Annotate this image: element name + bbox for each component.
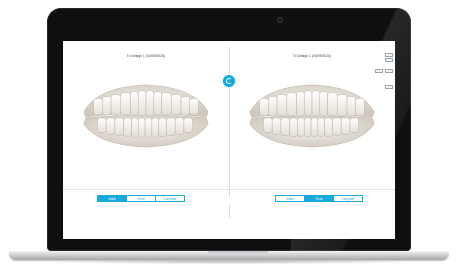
sync-icon xyxy=(226,78,232,84)
left-option-initial[interactable]: Initial xyxy=(98,196,127,201)
view-bottom-button[interactable] xyxy=(385,85,393,89)
camera-icon xyxy=(277,17,283,23)
right-view-mode-selector: Initial Final Compare xyxy=(275,195,363,202)
view-left-button[interactable] xyxy=(375,69,383,73)
pane-divider xyxy=(229,47,230,197)
left-option-compare[interactable]: Compare xyxy=(156,196,184,201)
view-front-button[interactable] xyxy=(385,58,393,62)
view-top-button[interactable] xyxy=(385,53,393,57)
toolbar-separator xyxy=(63,189,395,190)
upper-lower-teeth-model-initial[interactable] xyxy=(77,81,215,149)
right-pane: Tx Design 1 (04/09/2020) xyxy=(229,41,395,239)
right-option-initial[interactable]: Initial xyxy=(276,196,305,201)
laptop-base xyxy=(9,251,449,260)
view-center-button[interactable] xyxy=(385,69,393,73)
right-option-compare[interactable]: Compare xyxy=(334,196,362,201)
upper-lower-teeth-model-final[interactable] xyxy=(243,81,381,149)
sync-views-button[interactable] xyxy=(223,75,235,87)
pane-divider-bottom xyxy=(229,204,230,218)
laptop-base-notch xyxy=(208,251,268,255)
left-pane-title: Tx Design 1 (04/09/2020) xyxy=(126,54,166,58)
left-pane: Tx Design 1 (04/09/2020) xyxy=(63,41,229,239)
laptop-shadow xyxy=(30,260,428,264)
left-option-final[interactable]: Final xyxy=(127,196,156,201)
right-option-final[interactable]: Final xyxy=(305,196,334,201)
left-view-mode-selector: Initial Final Compare xyxy=(97,195,185,202)
app-screen: Tx Design 1 (04/09/2020) Tx Design 1 (04… xyxy=(63,41,395,239)
right-pane-title: Tx Design 1 (04/09/2020) xyxy=(292,54,332,58)
